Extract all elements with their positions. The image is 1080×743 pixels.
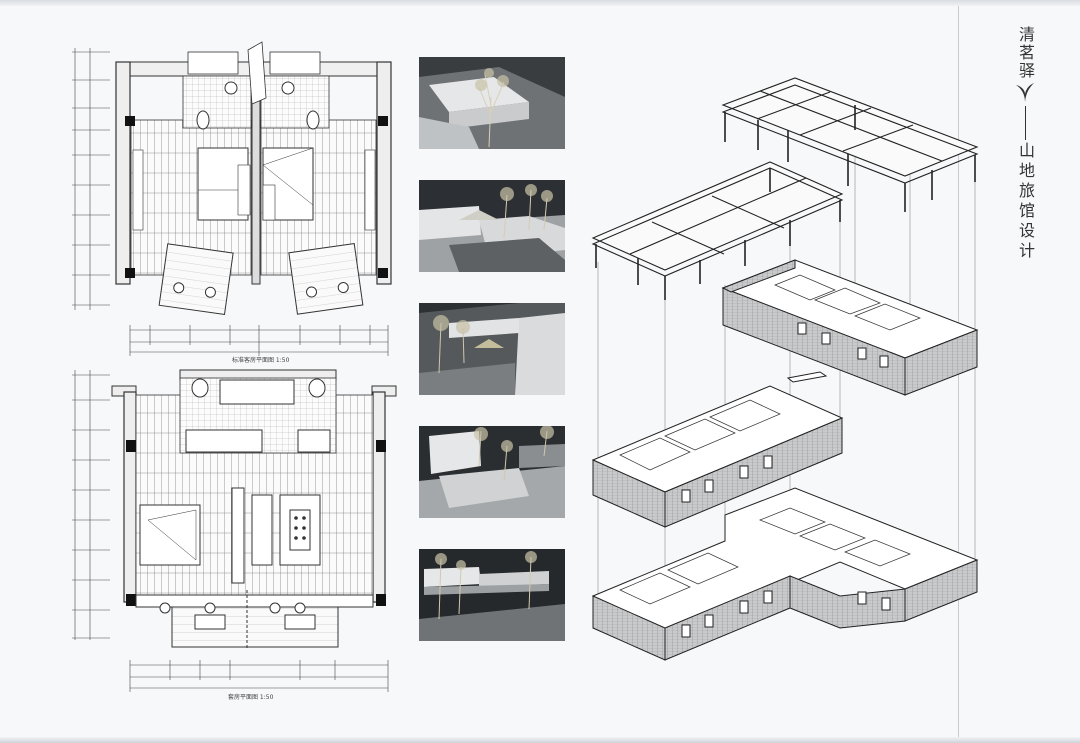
title-block: 清茗驿 山地旅馆设计 (1013, 26, 1037, 262)
leaf-logo-icon (1016, 83, 1034, 102)
walls-upper-floor (721, 259, 979, 396)
floating-element (786, 371, 828, 383)
exploded-axonometric (591, 77, 979, 661)
project-brand: 清茗驿 (1016, 26, 1035, 80)
title-divider (1024, 106, 1026, 140)
drawing-sheet: 标准客房平面图 1:50 套房平面图 1:50 清茗驿 山地旅馆设计 (0, 0, 1080, 743)
project-subtitle: 山地旅馆设计 (1016, 142, 1035, 262)
